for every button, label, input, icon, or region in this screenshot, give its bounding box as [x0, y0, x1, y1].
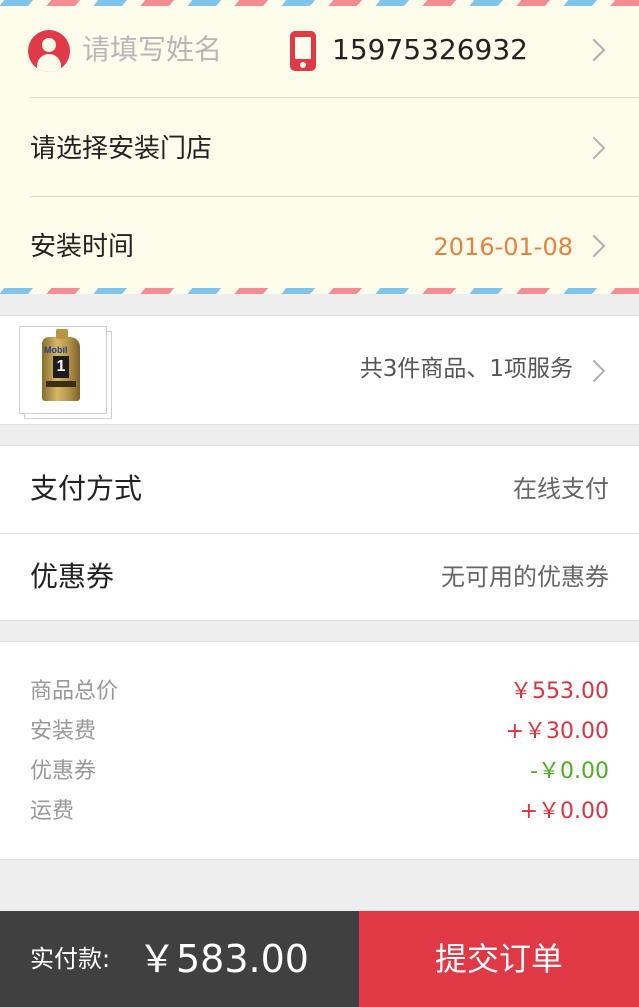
product-thumbnail: Mobil 1: [19, 326, 107, 414]
price-value: +￥0.00: [519, 799, 609, 824]
submit-order-button[interactable]: 提交订单: [359, 911, 639, 1007]
install-time-label: 安装时间: [30, 232, 135, 262]
price-breakdown: 商品总价 ￥553.00 安装费 +￥30.00 优惠券 -￥0.00 运费 +…: [0, 641, 639, 860]
coupon-label: 优惠券: [30, 560, 115, 593]
phone-icon: [290, 31, 316, 71]
store-label: 请选择安装门店: [30, 134, 213, 164]
coupon-value: 无可用的优惠券: [441, 563, 609, 591]
paid-label: 实付款:: [30, 945, 111, 973]
product-count-text: 共3件商品、1项服务: [359, 356, 573, 382]
contact-row[interactable]: 请填写姓名 15975326932: [0, 0, 639, 98]
phone-number: 15975326932: [332, 33, 528, 66]
payment-method-row[interactable]: 支付方式 在线支付: [0, 446, 639, 534]
bottle-brand: Mobil: [44, 345, 68, 355]
airmail-stripe-bottom: [0, 288, 639, 294]
payment-method-value: 在线支付: [513, 475, 609, 503]
price-line-coupon: 优惠券 -￥0.00: [0, 752, 639, 792]
price-label: 安装费: [30, 719, 97, 744]
price-value: -￥0.00: [530, 759, 609, 784]
product-summary-row[interactable]: Mobil 1 共3件商品、1项服务: [0, 315, 639, 425]
payment-method-label: 支付方式: [30, 472, 143, 505]
price-label: 优惠券: [30, 759, 97, 784]
price-label: 运费: [30, 799, 75, 824]
price-line-goods: 商品总价 ￥553.00: [0, 672, 639, 712]
chevron-right-icon: [582, 234, 606, 258]
user-icon: [28, 30, 70, 72]
price-value: ￥553.00: [510, 679, 609, 704]
divider: [30, 97, 639, 98]
coupon-row[interactable]: 优惠券 无可用的优惠券: [0, 534, 639, 621]
install-date: 2016-01-08: [433, 233, 573, 261]
install-time-row[interactable]: 安装时间 2016-01-08: [0, 197, 639, 295]
chevron-right-icon: [582, 136, 606, 160]
price-value: +￥30.00: [505, 719, 609, 744]
store-row[interactable]: 请选择安装门店: [0, 99, 639, 197]
name-placeholder[interactable]: 请填写姓名: [82, 30, 222, 70]
chevron-right-icon: [582, 38, 606, 62]
paid-amount: ￥583.00: [138, 937, 309, 981]
oil-bottle-image: Mobil 1: [42, 329, 80, 401]
checkout-bar: 实付款: ￥583.00 提交订单: [0, 911, 639, 1007]
chevron-right-icon: [582, 359, 606, 383]
total-panel: 实付款: ￥583.00: [0, 911, 359, 1007]
address-card: 请填写姓名 15975326932 请选择安装门店 安装时间 2016-01-0…: [0, 0, 639, 294]
bottle-number: 1: [53, 356, 69, 378]
price-label: 商品总价: [30, 679, 119, 704]
payment-section: 支付方式 在线支付 优惠券 无可用的优惠券: [0, 445, 639, 621]
price-line-shipping: 运费 +￥0.00: [0, 792, 639, 832]
price-line-install: 安装费 +￥30.00: [0, 712, 639, 752]
